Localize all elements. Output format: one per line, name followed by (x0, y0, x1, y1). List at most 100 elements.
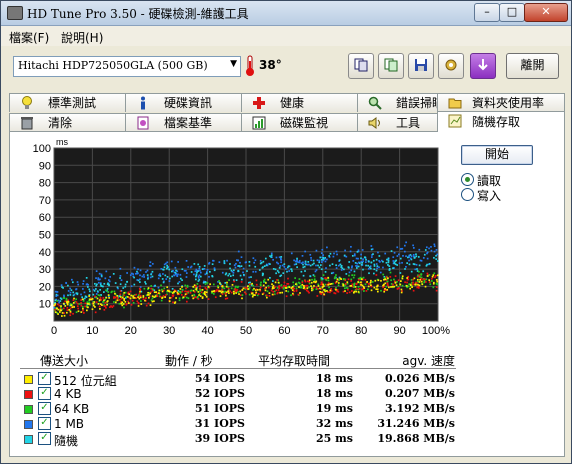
read-radio[interactable]: 讀取 (461, 172, 551, 188)
data-point (106, 287, 109, 290)
data-point (201, 268, 204, 270)
data-point (395, 284, 398, 287)
data-point (235, 262, 237, 265)
data-point (119, 296, 122, 298)
tab-info[interactable]: 硬碟資訊 (125, 93, 242, 112)
tab-file-benchmark[interactable]: 檔案基準 (125, 113, 242, 132)
data-point (72, 294, 75, 297)
data-point (58, 311, 61, 313)
data-point (404, 268, 406, 270)
data-point (424, 281, 427, 283)
write-radio-dot[interactable] (461, 188, 474, 201)
data-point (132, 295, 134, 298)
data-point (412, 281, 414, 284)
data-point (158, 292, 160, 294)
data-point (94, 282, 96, 285)
data-point (193, 293, 196, 296)
data-point (185, 276, 188, 278)
series-checkbox[interactable]: ✓ (38, 417, 51, 430)
data-point (147, 291, 149, 294)
data-point (409, 283, 412, 286)
data-point (108, 297, 110, 299)
data-point (67, 290, 70, 292)
copy-info-button[interactable] (348, 53, 374, 79)
maximize-button[interactable]: □ (499, 3, 525, 22)
data-point (386, 288, 389, 291)
data-point (123, 291, 126, 294)
series-checkbox[interactable]: ✓ (38, 387, 51, 400)
data-point (433, 272, 436, 275)
tab-disk-monitor[interactable]: 磁碟監視 (241, 113, 358, 132)
y-tick-label: 60 (39, 212, 51, 224)
data-point (365, 290, 368, 292)
data-point (260, 281, 262, 284)
data-point (274, 281, 277, 284)
data-point (168, 280, 171, 283)
data-point (212, 259, 215, 262)
tab-folder-usage[interactable]: 資料夾使用率 (437, 93, 565, 112)
data-point (410, 258, 413, 261)
series-checkbox[interactable]: ✓ (38, 432, 51, 445)
tab-random-access[interactable]: 隨機存取 (437, 111, 565, 132)
tab-tools[interactable]: 工具 (357, 113, 438, 132)
data-point (380, 279, 382, 282)
drive-select[interactable]: Hitachi HDP725050GLA (500 GB) ▼ (13, 56, 241, 77)
data-point (376, 267, 378, 270)
tab-benchmark[interactable]: 標準測試 (9, 93, 126, 112)
copy-all-button[interactable] (378, 53, 404, 79)
data-point (357, 265, 360, 268)
menu-help[interactable]: 說明(H) (61, 29, 103, 46)
exit-button[interactable]: 離開 (506, 53, 559, 79)
minimize-button[interactable]: – (474, 3, 500, 22)
title-bar[interactable]: HD Tune Pro 3.50 - 硬碟檢測-維護工具 – □ ✕ (1, 1, 571, 26)
data-point (149, 276, 152, 279)
data-point (433, 250, 436, 253)
close-button[interactable]: ✕ (524, 3, 568, 22)
data-point (119, 267, 122, 270)
data-point (73, 306, 75, 308)
write-radio[interactable]: 寫入 (461, 187, 551, 203)
data-point (272, 268, 275, 270)
data-point (179, 290, 182, 293)
data-point (276, 279, 278, 281)
data-point (218, 290, 221, 293)
data-point (60, 284, 63, 286)
tab-erase[interactable]: 清除 (9, 113, 126, 132)
series-checkbox[interactable]: ✓ (38, 402, 51, 415)
data-point (165, 294, 167, 296)
data-point (414, 283, 417, 286)
data-point (242, 271, 244, 274)
tab-erase-label: 清除 (48, 116, 73, 130)
data-point (405, 241, 407, 244)
read-radio-dot[interactable] (461, 173, 474, 186)
menu-bar: 檔案(F) 說明(H) (1, 26, 571, 46)
data-point (298, 278, 301, 280)
data-point (283, 263, 286, 266)
options-button[interactable] (438, 53, 464, 79)
data-point (89, 298, 91, 301)
tab-disk-monitor-label: 磁碟監視 (280, 116, 329, 130)
start-button[interactable]: 開始 (461, 145, 533, 165)
data-point (200, 291, 203, 294)
x-tick-label: 70 (317, 325, 329, 337)
series-checkbox[interactable]: ✓ (38, 372, 51, 385)
data-point (357, 278, 360, 281)
data-point (227, 287, 230, 290)
data-point (367, 285, 370, 288)
menu-file[interactable]: 檔案(F) (9, 29, 49, 46)
save-button[interactable] (408, 53, 434, 79)
data-point (57, 313, 59, 315)
data-point (105, 306, 107, 309)
data-point (265, 296, 268, 299)
data-point (166, 276, 169, 278)
download-button[interactable] (470, 53, 496, 79)
data-point (240, 256, 243, 259)
folder-icon (448, 98, 462, 109)
tab-health[interactable]: 健康 (241, 93, 358, 112)
y-tick-label: 30 (39, 264, 51, 276)
data-point (258, 269, 261, 271)
data-point (69, 291, 72, 294)
data-point (422, 278, 424, 281)
data-point (72, 301, 75, 304)
data-point (310, 257, 312, 259)
